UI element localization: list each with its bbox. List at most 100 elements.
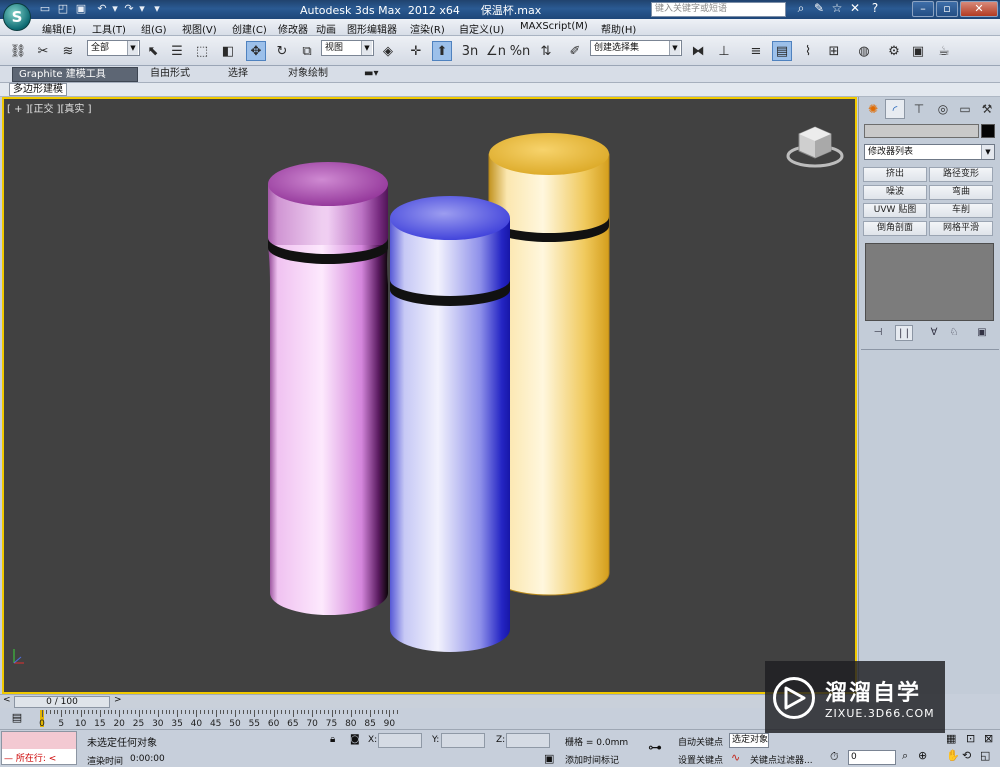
- search-input[interactable]: 键入关键字或短语: [651, 2, 786, 17]
- extrude-button[interactable]: 挤出: [863, 167, 927, 182]
- next-frame-icon[interactable]: >: [114, 695, 122, 705]
- undo-dropdown-icon[interactable]: ▾: [108, 2, 122, 16]
- app-logo-button[interactable]: S: [3, 3, 31, 31]
- align-icon[interactable]: ⊥: [714, 41, 734, 61]
- utilities-tab-icon[interactable]: ⚒: [977, 99, 997, 119]
- current-frame-field[interactable]: 0: [848, 750, 896, 765]
- add-time-tag-label[interactable]: 添加时间标记: [565, 753, 619, 766]
- z-coord-field[interactable]: [506, 733, 550, 748]
- menu-create[interactable]: 创建(C): [232, 21, 267, 36]
- key-filters-button[interactable]: 关键点过滤器...: [750, 753, 813, 766]
- edit-named-selection-icon[interactable]: ✐: [565, 41, 585, 61]
- window-crossing-icon[interactable]: ◧: [218, 41, 238, 61]
- tab-freeform[interactable]: 自由形式: [144, 67, 196, 82]
- schematic-view-icon[interactable]: ⊞: [824, 41, 844, 61]
- undo-icon[interactable]: ↶: [95, 2, 109, 16]
- select-scale-icon[interactable]: ⧉: [297, 41, 317, 61]
- configure-modifier-sets-icon[interactable]: ▣: [973, 325, 991, 341]
- motion-tab-icon[interactable]: ◎: [933, 99, 953, 119]
- object-name-field[interactable]: [864, 124, 979, 138]
- keyboard-shortcut-override-icon[interactable]: ⬆: [432, 41, 452, 61]
- select-object-icon[interactable]: ⬉: [143, 41, 163, 61]
- menu-edit[interactable]: 编辑(E): [42, 21, 76, 36]
- new-file-icon[interactable]: ▭: [38, 2, 52, 16]
- select-by-name-icon[interactable]: ☰: [167, 41, 187, 61]
- bind-spacewarp-icon[interactable]: ≋: [58, 41, 78, 61]
- wrench-icon[interactable]: ✎: [810, 1, 828, 15]
- modifier-list-select[interactable]: 修改器列表: [864, 144, 995, 160]
- tab-object-paint[interactable]: 对象绘制: [282, 67, 334, 82]
- time-slider-thumb[interactable]: 0 / 100: [14, 696, 110, 708]
- search-icon[interactable]: ⌕: [792, 1, 810, 16]
- open-file-icon[interactable]: ◰: [56, 2, 70, 16]
- blue-cup[interactable]: [390, 196, 510, 652]
- redo-icon[interactable]: ↷: [122, 2, 136, 16]
- menu-views[interactable]: 视图(V): [182, 21, 217, 36]
- link-icon[interactable]: ⛓: [8, 41, 28, 61]
- time-config-icon[interactable]: ⏱: [830, 750, 839, 764]
- menu-modifiers[interactable]: 修改器: [278, 21, 308, 36]
- menu-group[interactable]: 组(G): [141, 21, 167, 36]
- field-of-view-icon[interactable]: ⊠: [984, 732, 993, 745]
- selected-object-select[interactable]: 选定对象: [729, 733, 769, 748]
- maximize-viewport-icon[interactable]: ◱: [980, 749, 990, 762]
- perspective-viewport[interactable]: [ + ][正交 ][真实 ]: [2, 97, 857, 694]
- unlink-icon[interactable]: ✂: [33, 41, 53, 61]
- minimize-button[interactable]: –: [912, 1, 934, 17]
- redo-dropdown-icon[interactable]: ▾: [135, 2, 149, 16]
- zoom-extents-icon[interactable]: ▦: [946, 732, 956, 745]
- bevel-profile-button[interactable]: 倒角剖面: [863, 221, 927, 236]
- named-selection-select[interactable]: 创建选择集: [590, 40, 682, 56]
- snaps-toggle-icon[interactable]: 3n: [460, 41, 480, 61]
- orbit-icon[interactable]: ⟲: [962, 749, 971, 762]
- close-button[interactable]: ✕: [960, 1, 998, 17]
- path-deform-button[interactable]: 路径变形: [929, 167, 993, 182]
- percent-snap-icon[interactable]: %n: [510, 41, 531, 61]
- rectangle-selection-icon[interactable]: ⬚: [192, 41, 212, 61]
- lathe-button[interactable]: 车削: [929, 203, 993, 218]
- x-coord-field[interactable]: [378, 733, 422, 748]
- mirror-icon[interactable]: ⧓: [688, 41, 708, 61]
- help-icon[interactable]: ?: [864, 1, 886, 15]
- set-key-mode-icon[interactable]: ⊶: [648, 740, 662, 756]
- selection-filter-select[interactable]: 全部: [87, 40, 140, 56]
- bend-button[interactable]: 弯曲: [929, 185, 993, 200]
- tab-selection[interactable]: 选择: [222, 67, 254, 82]
- material-editor-icon[interactable]: ◍: [854, 41, 874, 61]
- menu-tools[interactable]: 工具(T): [92, 21, 126, 36]
- graphite-toggle-icon[interactable]: ▤: [772, 41, 792, 61]
- render-setup-icon[interactable]: ⚙: [884, 41, 904, 61]
- angle-snap-icon[interactable]: ∠n: [486, 41, 506, 61]
- rendered-frame-icon[interactable]: ▣: [908, 41, 928, 61]
- polygon-modeling-panel[interactable]: 多边形建模: [9, 83, 67, 96]
- noise-button[interactable]: 噪波: [863, 185, 927, 200]
- display-tab-icon[interactable]: ▭: [955, 99, 975, 119]
- absolute-mode-icon[interactable]: ◙: [350, 734, 360, 745]
- pin-stack-icon[interactable]: ⊣: [869, 325, 887, 341]
- prev-frame-icon[interactable]: <: [3, 695, 11, 705]
- modifier-stack-list[interactable]: [865, 243, 994, 321]
- tab-graphite-modeling[interactable]: Graphite 建模工具: [12, 67, 138, 82]
- hierarchy-tab-icon[interactable]: ⊤: [909, 99, 929, 119]
- exchange-icon[interactable]: ✕: [846, 1, 864, 15]
- menu-help[interactable]: 帮助(H): [601, 21, 636, 36]
- spinner-snap-icon[interactable]: ⇅: [536, 41, 556, 61]
- zoom-all-icon[interactable]: ⊕: [918, 749, 927, 762]
- remove-modifier-icon[interactable]: ♘: [945, 325, 963, 341]
- select-rotate-icon[interactable]: ↻: [272, 41, 292, 61]
- menu-animation[interactable]: 动画: [316, 21, 336, 36]
- create-tab-icon[interactable]: ✺: [863, 99, 883, 119]
- zoom-extents-all-icon[interactable]: ⊡: [966, 732, 975, 745]
- make-unique-icon[interactable]: ∀: [925, 325, 943, 341]
- quick-access-menu-icon[interactable]: ▾: [150, 2, 164, 16]
- menu-customize[interactable]: 自定义(U): [459, 21, 504, 36]
- y-coord-field[interactable]: [441, 733, 485, 748]
- menu-rendering[interactable]: 渲染(R): [410, 21, 445, 36]
- object-color-swatch[interactable]: [981, 124, 995, 138]
- maximize-button[interactable]: ▫: [936, 1, 958, 17]
- pivot-center-icon[interactable]: ◈: [378, 41, 398, 61]
- layer-manager-icon[interactable]: ≡: [746, 41, 766, 61]
- menu-graph-editors[interactable]: 图形编辑器: [347, 21, 397, 36]
- save-file-icon[interactable]: ▣: [74, 2, 88, 16]
- meshsmooth-button[interactable]: 网格平滑: [929, 221, 993, 236]
